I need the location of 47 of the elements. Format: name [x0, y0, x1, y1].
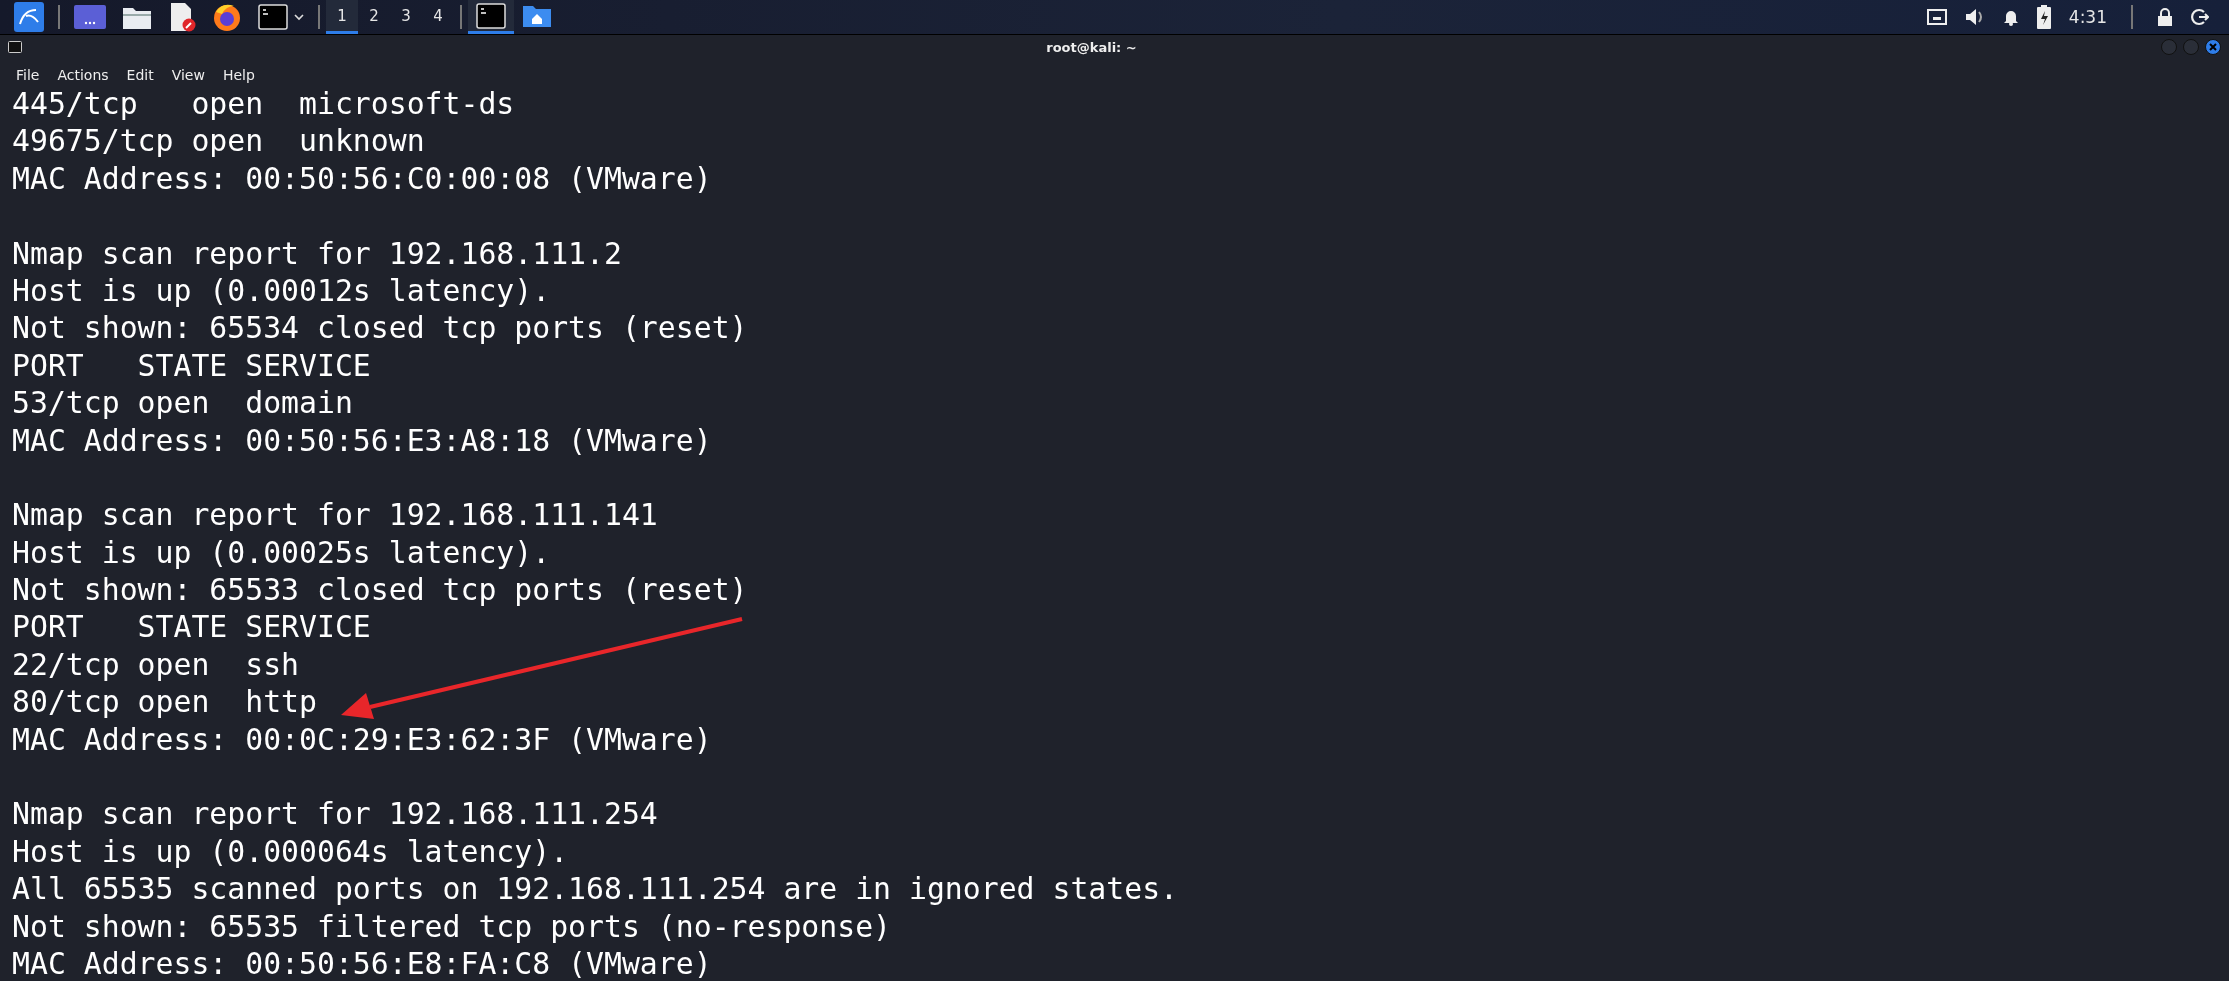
- terminal-icon: [8, 41, 22, 53]
- terminal-line: All 65535 scanned ports on 192.168.111.254 are in ignored states.: [12, 871, 1179, 907]
- speaker-icon[interactable]: [1964, 8, 1985, 26]
- terminal-line: Not shown: 65533 closed tcp ports (reset): [12, 572, 748, 608]
- menu-item[interactable]: File: [14, 67, 42, 83]
- clock[interactable]: 4:31: [2068, 7, 2107, 27]
- workspace-tab[interactable]: 1: [326, 0, 358, 34]
- document-edit-icon[interactable]: [168, 2, 196, 32]
- bell-icon[interactable]: [2002, 8, 2019, 26]
- terminal-line: Nmap scan report for 192.168.111.2: [12, 235, 622, 271]
- workspace-tab[interactable]: 3: [390, 0, 422, 34]
- terminal-line: Host is up (0.000064s latency).: [12, 833, 569, 869]
- home-folder-icon[interactable]: [522, 3, 552, 28]
- terminal-line: 22/tcp open ssh: [12, 646, 300, 682]
- terminal-line: 445/tcp open microsoft-ds: [12, 86, 515, 121]
- close-button[interactable]: [2205, 39, 2221, 55]
- terminal-line: Not shown: 65534 closed tcp ports (reset): [12, 310, 748, 346]
- terminal-line: PORT STATE SERVICE: [12, 347, 371, 383]
- terminal-line: 49675/tcp open unknown: [12, 123, 425, 159]
- terminal-line: Nmap scan report for 192.168.111.254: [12, 796, 658, 832]
- terminal-icon[interactable]: [476, 2, 506, 29]
- task-button[interactable]: [468, 0, 514, 34]
- terminal-line: Host is up (0.00025s latency).: [12, 534, 551, 570]
- logout-icon[interactable]: [2191, 8, 2209, 26]
- menu-item[interactable]: Help: [220, 67, 257, 83]
- terminal-line: 53/tcp open domain: [12, 385, 353, 421]
- terminal-line: MAC Address: 00:50:56:C0:00:08 (VMware): [12, 160, 712, 196]
- menu-item[interactable]: Actions: [55, 67, 111, 83]
- terminal-line: Host is up (0.00012s latency).: [12, 272, 551, 308]
- menu-item[interactable]: View: [169, 67, 207, 83]
- workspace-tab[interactable]: 2: [358, 0, 390, 34]
- terminal-line: Not shown: 65535 filtered tcp ports (no-response): [12, 908, 892, 944]
- terminal-line: Nmap scan report for 192.168.111.141: [12, 497, 658, 533]
- menu-item[interactable]: Edit: [124, 67, 156, 83]
- close-icon: [2209, 43, 2217, 51]
- chevron-down-icon[interactable]: [294, 13, 304, 21]
- terminal-line: MAC Address: 00:50:56:E8:FA:C8 (VMware): [12, 946, 712, 981]
- terminal-line: MAC Address: 00:0C:29:E3:62:3F (VMware): [12, 721, 712, 757]
- terminal-line: PORT STATE SERVICE: [12, 609, 371, 645]
- terminal-line: 80/tcp open http: [12, 684, 317, 720]
- workspace-tab[interactable]: 4: [422, 0, 454, 34]
- network-icon[interactable]: [1926, 9, 1947, 25]
- terminal-icon[interactable]: [258, 4, 288, 30]
- terminal-line: MAC Address: 00:50:56:E3:A8:18 (VMware): [12, 422, 712, 458]
- battery-icon[interactable]: [2036, 5, 2051, 29]
- lock-icon[interactable]: [2157, 8, 2173, 26]
- window-title: root@kali: ~: [1045, 39, 1138, 55]
